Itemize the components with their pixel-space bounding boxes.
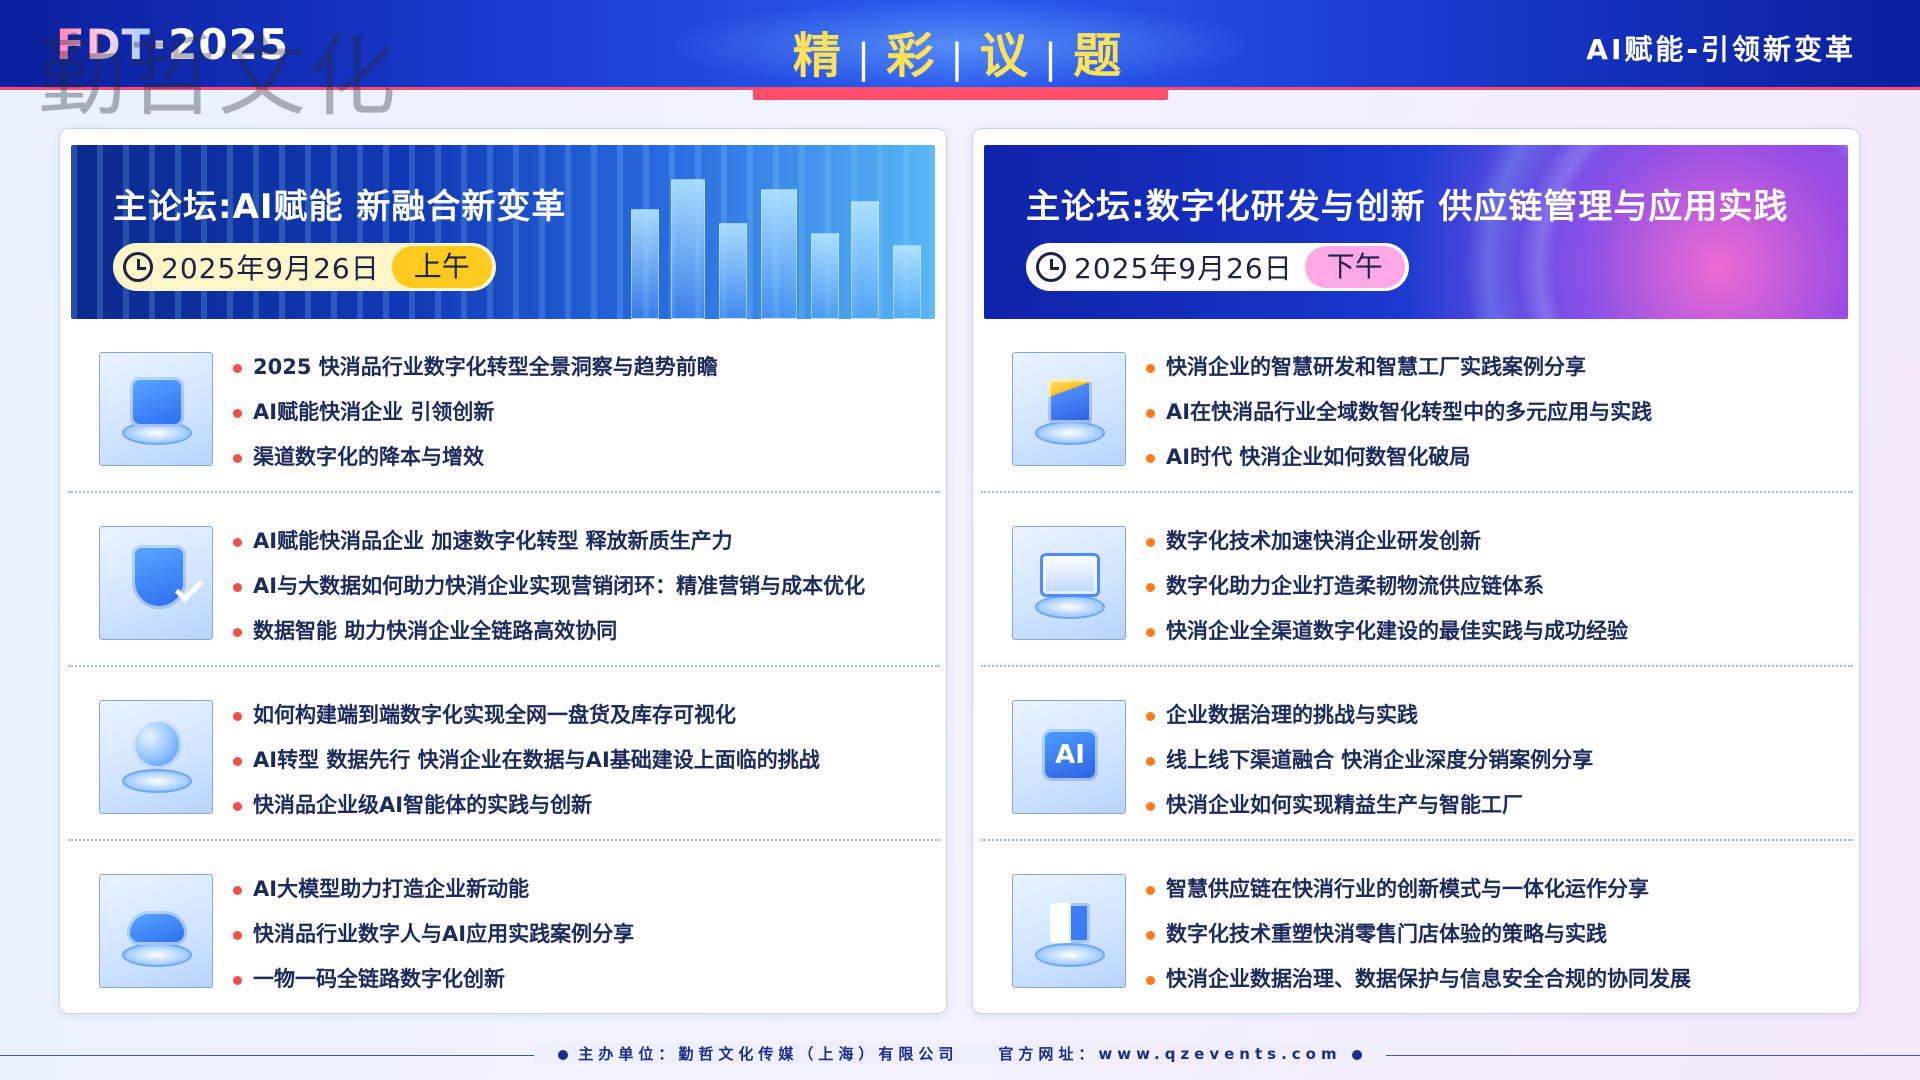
banner-morning: 主论坛:AI赋能 新融合新变革 2025年9月26日 上午 (71, 145, 935, 319)
footer: 主办单位：勤哲文化传媒（上海）有限公司 官方网址：www.qzevents.com (0, 1043, 1920, 1064)
city-building (671, 179, 705, 319)
topic-item: 数字化技术加速快消企业研发创新 (1144, 519, 1628, 564)
topic-item: AI赋能快消企业 引领创新 (231, 390, 718, 435)
topic-item: 快消企业如何实现精益生产与智能工厂 (1144, 783, 1593, 828)
banner-afternoon: 主论坛:数字化研发与创新 供应链管理与应用实践 2025年9月26日 下午 (984, 145, 1848, 319)
forum-date: 2025年9月26日 (1074, 252, 1293, 285)
topic-item: 快消企业全渠道数字化建设的最佳实践与成功经验 (1144, 609, 1628, 654)
forum-title: 主论坛:数字化研发与创新 供应链管理与应用实践 (1026, 187, 1789, 227)
topic-section: 2025 快消品行业数字化转型全景洞察与趋势前瞻 AI赋能快消企业 引领创新 渠… (60, 319, 948, 493)
topic-item: 一物一码全链路数字化创新 (231, 957, 634, 1002)
footer-dot (558, 1049, 569, 1060)
topic-section: AI 企业数据治理的挑战与实践 线上线下渠道融合 快消企业深度分销案例分享 快消… (973, 667, 1861, 841)
topic-item: 快消企业数据治理、数据保护与信息安全合规的协同发展 (1144, 957, 1691, 1002)
topic-item: AI赋能快消品企业 加速数字化转型 释放新质生产力 (231, 519, 865, 564)
topic-item: 快消品企业级AI智能体的实践与创新 (231, 783, 820, 828)
topic-section: 智慧供应链在快消行业的创新模式与一体化运作分享 数字化技术重塑快消零售门店体验的… (973, 841, 1861, 1015)
topic-item: AI转型 数据先行 快消企业在数据与AI基础建设上面临的挑战 (231, 738, 820, 783)
panel-afternoon-forum: 主论坛:数字化研发与创新 供应链管理与应用实践 2025年9月26日 下午 快消… (972, 128, 1860, 1014)
topic-list: 数字化技术加速快消企业研发创新 数字化助力企业打造柔韧物流供应链体系 快消企业全… (1144, 519, 1628, 654)
forum-title: 主论坛:AI赋能 新融合新变革 (113, 187, 567, 227)
topic-list: AI大模型助力打造企业新动能 快消品行业数字人与AI应用实践案例分享 一物一码全… (231, 867, 634, 1002)
topic-section: AI大模型助力打造企业新动能 快消品行业数字人与AI应用实践案例分享 一物一码全… (60, 841, 948, 1015)
topic-list: 智慧供应链在快消行业的创新模式与一体化运作分享 数字化技术重塑快消零售门店体验的… (1144, 867, 1691, 1002)
topic-item: 快消品行业数字人与AI应用实践案例分享 (231, 912, 634, 957)
city-building (719, 223, 747, 319)
topic-item: 快消企业的智慧研发和智慧工厂实践案例分享 (1144, 345, 1652, 390)
topic-item: AI大模型助力打造企业新动能 (231, 867, 634, 912)
topic-item: AI与大数据如何助力快消企业实现营销闭环：精准营销与成本优化 (231, 564, 865, 609)
topic-item: AI时代 快消企业如何数智化破局 (1144, 435, 1652, 480)
topic-list: 快消企业的智慧研发和智慧工厂实践案例分享 AI在快消品行业全域数智化转型中的多元… (1144, 345, 1652, 480)
globe-icon (99, 700, 213, 814)
shield-check-icon (99, 526, 213, 640)
topic-item: 2025 快消品行业数字化转型全景洞察与趋势前瞻 (231, 345, 718, 390)
city-building (811, 233, 839, 319)
topic-section: 如何构建端到端数字化实现全网一盘货及库存可视化 AI转型 数据先行 快消企业在数… (60, 667, 948, 841)
topic-item: AI在快消品行业全域数智化转型中的多元应用与实践 (1144, 390, 1652, 435)
topic-list: 2025 快消品行业数字化转型全景洞察与趋势前瞻 AI赋能快消企业 引领创新 渠… (231, 345, 718, 480)
analytics-screen-icon (1012, 526, 1126, 640)
topic-section: 数字化技术加速快消企业研发创新 数字化助力企业打造柔韧物流供应链体系 快消企业全… (973, 493, 1861, 667)
city-building (631, 209, 659, 319)
clock-icon (123, 252, 153, 282)
title-underline (753, 88, 1168, 100)
topic-item: 企业数据治理的挑战与实践 (1144, 693, 1593, 738)
city-building (761, 189, 797, 319)
clock-icon (1036, 252, 1066, 282)
city-building (851, 201, 879, 319)
cloud-icon (99, 874, 213, 988)
topic-list: 企业数据治理的挑战与实践 线上线下渠道融合 快消企业深度分销案例分享 快消企业如… (1144, 693, 1593, 828)
ai-chip-icon: AI (1012, 700, 1126, 814)
topic-section: 快消企业的智慧研发和智慧工厂实践案例分享 AI在快消品行业全域数智化转型中的多元… (973, 319, 1861, 493)
period-badge: 下午 (1304, 246, 1405, 288)
organizer-text: 主办单位：勤哲文化传媒（上海）有限公司 (578, 1045, 959, 1063)
panel-morning-forum: 主论坛:AI赋能 新融合新变革 2025年9月26日 上午 2025 快消品行业… (59, 128, 947, 1014)
topic-item: 渠道数字化的降本与增效 (231, 435, 718, 480)
topic-item: 智慧供应链在快消行业的创新模式与一体化运作分享 (1144, 867, 1691, 912)
topic-section: AI赋能快消品企业 加速数字化转型 释放新质生产力 AI与大数据如何助力快消企业… (60, 493, 948, 667)
topic-item: 数字化技术重塑快消零售门店体验的策略与实践 (1144, 912, 1691, 957)
slogan: AI赋能-引领新变革 (1586, 33, 1856, 66)
forum-date: 2025年9月26日 (161, 252, 380, 285)
website-link[interactable]: 官方网址：www.qzevents.com (998, 1045, 1341, 1063)
chart-device-icon (99, 352, 213, 466)
topic-list: 如何构建端到端数字化实现全网一盘货及库存可视化 AI转型 数据先行 快消企业在数… (231, 693, 820, 828)
period-badge: 上午 (391, 246, 492, 288)
footer-dot (1351, 1049, 1362, 1060)
cube-icon (1012, 352, 1126, 466)
topic-item: 如何构建端到端数字化实现全网一盘货及库存可视化 (231, 693, 820, 738)
city-building (893, 245, 921, 319)
topic-list: AI赋能快消品企业 加速数字化转型 释放新质生产力 AI与大数据如何助力快消企业… (231, 519, 865, 654)
date-pill: 2025年9月26日 下午 (1026, 243, 1409, 291)
topic-item: 数据智能 助力快消企业全链路高效协同 (231, 609, 865, 654)
date-pill: 2025年9月26日 上午 (113, 243, 496, 291)
blocks-icon (1012, 874, 1126, 988)
topic-item: 线上线下渠道融合 快消企业深度分销案例分享 (1144, 738, 1593, 783)
topic-item: 数字化助力企业打造柔韧物流供应链体系 (1144, 564, 1628, 609)
header-bar: FDT·2025 勤哲文化 精 | 彩 | 议 | 题 AI赋能-引领新变革 (0, 0, 1920, 128)
